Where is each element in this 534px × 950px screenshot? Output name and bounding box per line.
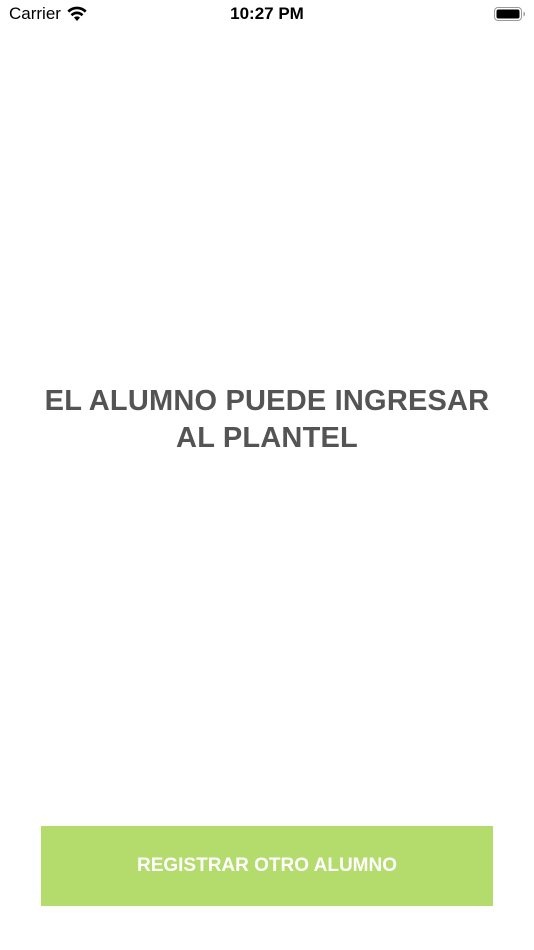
message-line-1: EL ALUMNO PUEDE INGRESAR xyxy=(44,385,490,417)
battery-full-icon xyxy=(494,6,526,22)
status-bar: Carrier 10:27 PM xyxy=(0,0,534,28)
app-screen: Carrier 10:27 PM EL ALUMNO PUEDE INGRESA… xyxy=(0,0,534,950)
access-granted-message: EL ALUMNO PUEDE INGRESAR AL PLANTEL xyxy=(30,383,504,457)
register-another-student-button[interactable]: REGISTRAR OTRO ALUMNO xyxy=(41,826,493,906)
status-time: 10:27 PM xyxy=(230,4,304,23)
message-line-2: AL PLANTEL xyxy=(176,422,358,454)
